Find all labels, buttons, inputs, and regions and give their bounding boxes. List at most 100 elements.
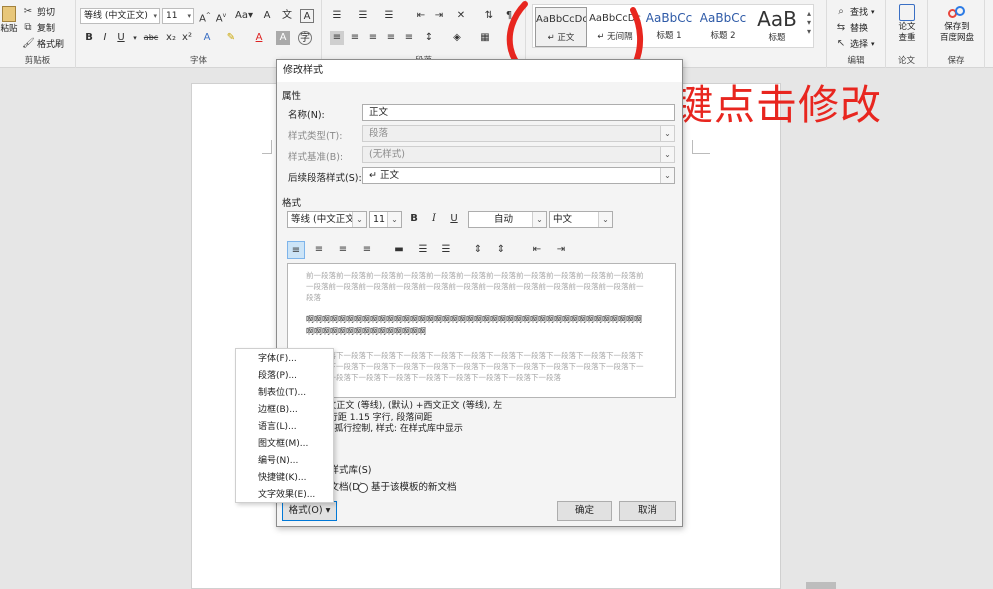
font-name-select[interactable]: 等线 (中文正文) ⌄ (287, 211, 367, 228)
numbering-icon[interactable]: ☰ (356, 9, 370, 23)
italic-icon[interactable]: I (98, 31, 112, 45)
clipboard-group-label: 剪贴板 (24, 56, 51, 66)
menu-item-font[interactable]: 字体(F)... (236, 351, 333, 367)
style-type-select: 段落 ⌄ (362, 125, 675, 142)
single-spacing-button[interactable]: ▬ (390, 241, 408, 259)
based-on-value: (无样式) (369, 149, 405, 160)
based-on-label: 样式基准(B): (288, 152, 344, 163)
cancel-button[interactable]: 取消 (619, 501, 676, 521)
description-line: 行距: 多倍行距 1.15 字行, 段落间距 (287, 412, 433, 423)
paper-check-label: 论文 查重 (898, 22, 916, 43)
style-type-label: 样式类型(T): (288, 131, 343, 142)
chevron-down-icon: ⌄ (660, 168, 674, 183)
font-name-combo[interactable]: 等线 (中文正文) ▾ (80, 8, 160, 24)
char-shading-icon[interactable]: A (276, 31, 290, 45)
align-right-icon: ≡ (338, 244, 348, 255)
superscript-icon[interactable]: x² (180, 31, 194, 45)
distributed-icon[interactable]: ≡ (402, 31, 416, 45)
menu-item-shortcut-key[interactable]: 快捷键(K)... (236, 470, 333, 486)
decrease-indent-button[interactable]: ⇤ (528, 241, 546, 259)
increase-indent-icon[interactable]: ⇥ (432, 9, 446, 23)
style-heading-2[interactable]: AaBbCc 标题 2 (697, 7, 749, 47)
next-style-select[interactable]: ↵ 正文 ⌄ (362, 167, 675, 184)
menu-item-frame[interactable]: 图文框(M)... (236, 436, 333, 452)
multilevel-list-icon[interactable]: ☰ (382, 9, 396, 23)
bold-icon[interactable]: B (82, 31, 96, 45)
italic-button[interactable]: I (426, 210, 442, 228)
find-label: 查找 (850, 8, 869, 18)
decrease-indent-icon[interactable]: ⇤ (414, 9, 428, 23)
justify-button[interactable]: ≡ (358, 241, 376, 259)
chevron-down-icon: ⌄ (660, 147, 674, 162)
font-size-combo[interactable]: 11 ▾ (162, 8, 194, 24)
new-docs-option[interactable]: 基于该模板的新文档 (358, 479, 457, 493)
preview-sample-text: 啊啊啊啊啊啊啊啊啊啊啊啊啊啊啊啊啊啊啊啊啊啊啊啊啊啊啊啊啊啊啊啊啊啊啊啊啊啊啊啊… (306, 315, 642, 336)
menu-item-border[interactable]: 边框(B)... (236, 402, 333, 418)
align-center-button[interactable]: ≡ (310, 241, 328, 259)
language-select[interactable]: 中文 ⌄ (549, 211, 613, 228)
underline-icon[interactable]: U (114, 31, 128, 45)
paper-check-button[interactable]: 论文 查重 (890, 4, 924, 44)
single-spacing-icon: ▬ (394, 244, 404, 255)
cut-button[interactable]: ✂ 剪切 (22, 5, 55, 19)
underline-dropdown-icon[interactable]: ▾ (128, 31, 142, 45)
align-left-button[interactable]: ≡ (287, 241, 305, 259)
align-left-icon[interactable]: ≡ (330, 31, 344, 45)
phonetic-guide-icon[interactable]: 文 (280, 9, 294, 23)
replace-button[interactable]: ⇆ 替换 (835, 21, 868, 35)
enclose-char-icon[interactable]: 字 (298, 31, 312, 45)
sort-icon[interactable]: ⇅ (482, 9, 496, 23)
menu-item-paragraph[interactable]: 段落(P)... (236, 368, 333, 384)
gallery-scroll-icon[interactable]: ▴ ▾ ▾ (807, 9, 811, 36)
shading-icon[interactable]: ◈ (450, 31, 464, 45)
bold-button[interactable]: B (406, 210, 422, 228)
grow-font-icon[interactable]: A^ (198, 9, 212, 24)
clear-format-icon[interactable]: A (260, 9, 274, 23)
page-corner-mark (262, 140, 272, 154)
style-title[interactable]: AaB 标题 (751, 7, 803, 47)
justify-icon[interactable]: ≡ (384, 31, 398, 45)
description-line: 字体: +中文正文 (等线), (默认) +西文正文 (等线), 左 (287, 401, 503, 411)
menu-item-language[interactable]: 语言(L)... (236, 419, 333, 435)
change-case-icon[interactable]: Aa▾ (234, 9, 254, 23)
paste-button[interactable]: 粘贴 (0, 6, 18, 35)
bullets-icon[interactable]: ☰ (330, 9, 344, 23)
search-icon: ⌕ (838, 5, 844, 17)
double-spacing-button[interactable]: ☰ (437, 241, 455, 259)
ok-button[interactable]: 确定 (557, 501, 612, 521)
font-color-icon[interactable]: A (252, 31, 266, 45)
align-right-button[interactable]: ≡ (334, 241, 352, 259)
borders-icon[interactable]: ▦ (478, 31, 492, 45)
format-painter-button[interactable]: 🖌 格式刷 (22, 37, 64, 51)
style-name-input[interactable]: 正文 (362, 104, 675, 121)
line-spacing-icon[interactable]: ↕ (422, 31, 436, 45)
save-to-label: 保存到 百度网盘 (939, 22, 974, 43)
font-size-select[interactable]: 11 ⌄ (369, 211, 402, 228)
horizontal-scrollbar[interactable] (806, 582, 836, 589)
increase-indent-button[interactable]: ⇥ (552, 241, 570, 259)
shrink-font-icon[interactable]: Av (214, 9, 228, 24)
menu-item-tabs[interactable]: 制表位(T)... (236, 385, 333, 401)
style-name-value: 正文 (369, 107, 389, 118)
text-effects-icon[interactable]: A (200, 31, 214, 45)
align-center-icon[interactable]: ≡ (348, 31, 362, 45)
char-border-icon[interactable]: A (300, 9, 314, 23)
menu-item-numbering[interactable]: 编号(N)... (236, 453, 333, 469)
font-color-select[interactable]: 自动 ⌄ (468, 211, 547, 228)
space-before-button[interactable]: ⇕ (469, 241, 487, 259)
menu-item-text-effects[interactable]: 文字效果(E)... (236, 487, 333, 503)
strikethrough-icon[interactable]: abc (142, 31, 160, 45)
font-name-value: 等线 (中文正文) (291, 214, 359, 225)
one-half-spacing-button[interactable]: ☰ (414, 241, 432, 259)
save-to-cloud-button[interactable]: 保存到 百度网盘 (932, 4, 982, 44)
subscript-icon[interactable]: x₂ (164, 31, 178, 45)
select-button[interactable]: ↖ 选择 ▾ (835, 37, 875, 51)
underline-button[interactable]: U (446, 210, 462, 228)
highlight-icon[interactable]: ✎ (224, 31, 238, 45)
format-dropdown-button[interactable]: 格式(O) ▾ (282, 501, 337, 521)
space-after-button[interactable]: ⇕ (492, 241, 510, 259)
find-button[interactable]: ⌕ 查找 ▾ (835, 5, 874, 19)
align-right-icon[interactable]: ≡ (366, 31, 380, 45)
copy-button[interactable]: ⧉ 复制 (22, 21, 55, 35)
chinese-layout-icon[interactable]: ✕ (454, 9, 468, 23)
